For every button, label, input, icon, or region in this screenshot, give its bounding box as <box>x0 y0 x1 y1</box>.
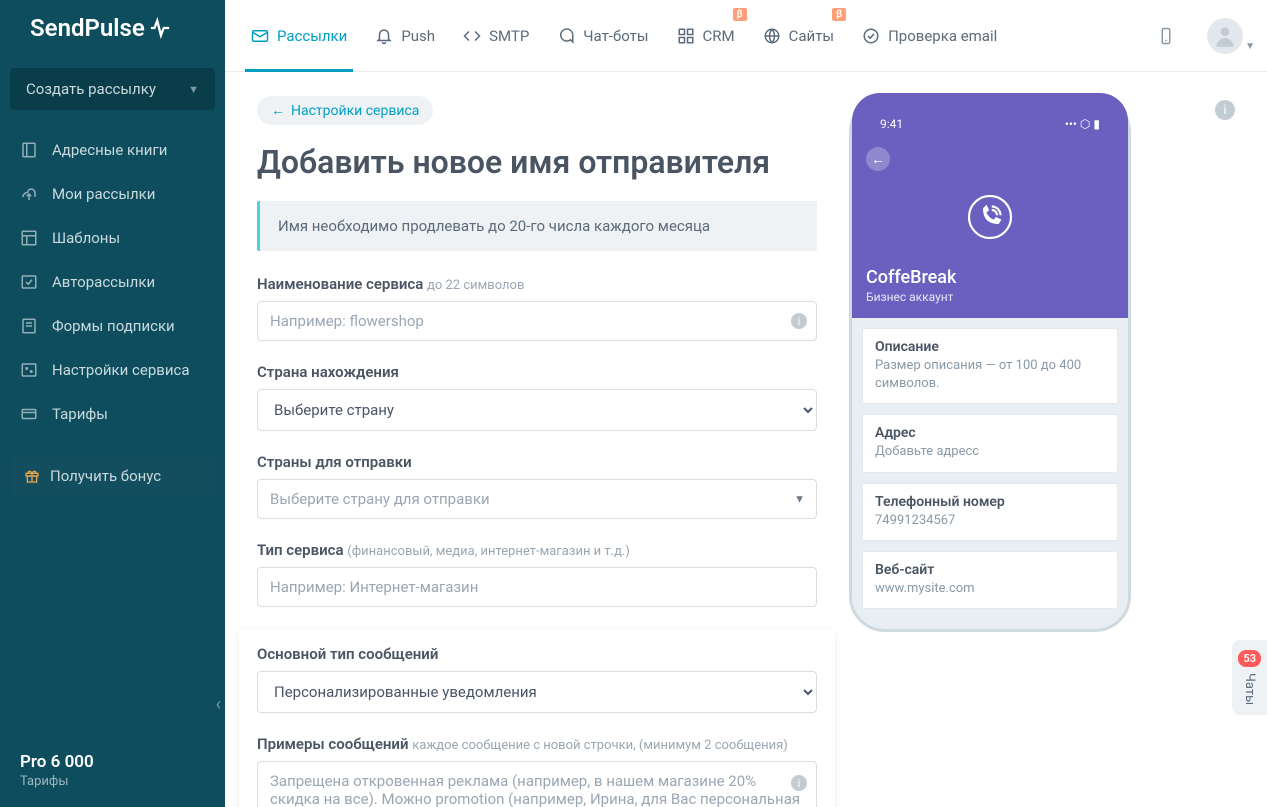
examples-textarea[interactable] <box>257 761 817 807</box>
card-icon <box>20 405 38 423</box>
gift-icon <box>24 468 40 484</box>
form-icon <box>20 317 38 335</box>
bell-icon <box>375 27 393 45</box>
settings-icon <box>20 361 38 379</box>
sidebar-item-settings[interactable]: Настройки сервиса <box>10 348 215 392</box>
beta-badge: β <box>832 8 846 21</box>
preview-brand: CoffeBreak <box>866 267 1114 288</box>
sidebar: SendPulse Создать рассылку ▼ Адресные кн… <box>0 0 225 807</box>
sidebar-item-pricing[interactable]: Тарифы <box>10 392 215 436</box>
sidebar-collapse-button[interactable]: ‹ <box>216 694 221 715</box>
check-icon <box>862 27 880 45</box>
grid-icon <box>677 27 695 45</box>
tab-sites[interactable]: Сайтыβ <box>761 0 836 72</box>
signal-icon: ••• ⬡ ▮ <box>1065 117 1100 131</box>
tab-verify[interactable]: Проверка email <box>860 0 999 72</box>
back-link[interactable]: ← Настройки сервиса <box>257 96 433 125</box>
code-icon <box>463 27 481 45</box>
send-countries-label: Страны для отправки <box>257 453 817 471</box>
sidebar-item-address-books[interactable]: Адресные книги <box>10 128 215 172</box>
tab-campaigns[interactable]: Рассылки <box>249 0 349 72</box>
globe-icon <box>763 27 781 45</box>
user-avatar[interactable]: ▼ <box>1207 18 1243 54</box>
send-countries-select[interactable] <box>257 479 817 519</box>
page-title: Добавить новое имя отправителя <box>257 143 817 181</box>
sidebar-item-auto[interactable]: Авторассылки <box>10 260 215 304</box>
country-label: Страна нахождения <box>257 363 817 381</box>
template-icon <box>20 229 38 247</box>
highlighted-section: Основной тип сообщений Персонализированн… <box>239 629 835 807</box>
page-info-icon[interactable]: i <box>1215 100 1235 120</box>
country-select[interactable]: Выберите страну <box>257 389 817 431</box>
sidebar-item-campaigns[interactable]: Мои рассылки <box>10 172 215 216</box>
tab-chatbots[interactable]: Чат-боты <box>555 0 650 72</box>
chevron-down-icon: ▼ <box>188 83 199 96</box>
service-name-label: Наименование сервиса до 22 символов <box>257 275 817 293</box>
chat-widget[interactable]: 53 Чаты <box>1232 640 1267 715</box>
autoresponder-icon <box>20 273 38 291</box>
sidebar-item-forms[interactable]: Формы подписки <box>10 304 215 348</box>
pulse-icon <box>149 17 171 39</box>
beta-badge: β <box>733 8 747 21</box>
phone-preview: 9:41 ••• ⬡ ▮ ← CoffeBreak Бизнес аккаунт… <box>849 96 1131 632</box>
sidebar-item-templates[interactable]: Шаблоны <box>10 216 215 260</box>
tab-push[interactable]: Push <box>373 0 437 72</box>
plan-info[interactable]: Pro 6 000 Тарифы <box>0 734 225 807</box>
info-icon[interactable]: i <box>791 775 807 791</box>
preview-address: АдресДобавьте адресс <box>862 414 1118 472</box>
chevron-down-icon: ▼ <box>1245 41 1255 52</box>
service-type-input[interactable] <box>257 567 817 607</box>
preview-phone: Телефонный номер74991234567 <box>862 483 1118 541</box>
create-campaign-button[interactable]: Создать рассылку ▼ <box>10 68 215 110</box>
viber-icon <box>866 189 1114 245</box>
preview-website: Веб-сайтwww.mysite.com <box>862 551 1118 609</box>
top-navigation: Рассылки Push SMTP Чат-боты CRMβ Сайтыβ … <box>225 0 1267 72</box>
service-type-label: Тип сервиса (финансовый, медиа, интернет… <box>257 541 817 559</box>
preview-description: ОписаниеРазмер описания — от 100 до 400 … <box>862 328 1118 404</box>
phone-time: 9:41 <box>880 117 903 131</box>
chat-count-badge: 53 <box>1238 650 1261 667</box>
chevron-down-icon: ▼ <box>794 493 805 506</box>
tab-crm[interactable]: CRMβ <box>675 0 737 72</box>
tab-smtp[interactable]: SMTP <box>461 0 531 72</box>
info-icon[interactable]: i <box>791 313 807 329</box>
msg-type-label: Основной тип сообщений <box>257 645 817 663</box>
chat-icon <box>557 27 575 45</box>
upload-icon <box>20 185 38 203</box>
service-name-input[interactable] <box>257 301 817 341</box>
msg-type-select[interactable]: Персонализированные уведомления <box>257 671 817 713</box>
notice-banner: Имя необходимо продлевать до 20-го числа… <box>257 201 817 251</box>
phone-back-button: ← <box>866 147 890 171</box>
logo[interactable]: SendPulse <box>0 14 225 68</box>
mail-icon <box>251 27 269 45</box>
examples-label: Примеры сообщений каждое сообщение с нов… <box>257 735 817 753</box>
book-icon <box>20 141 38 159</box>
preview-subtitle: Бизнес аккаунт <box>866 290 1114 304</box>
mobile-icon[interactable] <box>1149 19 1183 53</box>
get-bonus-button[interactable]: Получить бонус <box>10 456 215 496</box>
